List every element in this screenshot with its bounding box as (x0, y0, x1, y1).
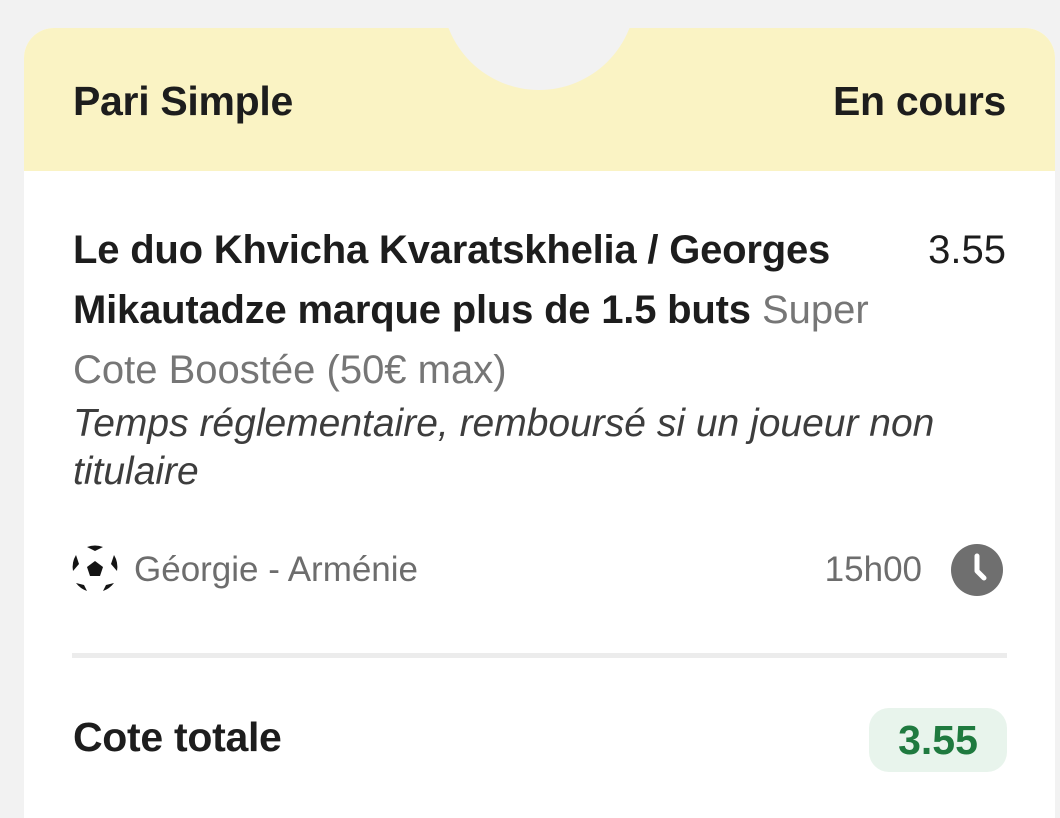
soccer-ball-icon (70, 544, 120, 594)
bet-type-label: Pari Simple (73, 78, 294, 124)
selection-name: Le duo Khvicha Kvaratskhelia / Georges M… (73, 228, 831, 332)
bet-status-label: En cours (832, 78, 1006, 124)
bet-card: Pari Simple En cours Le duo Khvicha Kvar… (24, 28, 1055, 818)
clock-icon (949, 542, 1005, 598)
selection-description: Le duo Khvicha Kvaratskhelia / Georges M… (73, 220, 873, 400)
total-odds-badge: 3.55 (869, 708, 1007, 772)
divider (72, 653, 1007, 658)
event-row[interactable]: Géorgie - Arménie 15h00 (70, 542, 1005, 598)
selection-note: Temps réglementaire, remboursé si un jou… (73, 402, 935, 493)
event-match-name: Géorgie - Arménie (134, 550, 419, 589)
selection-odds: 3.55 (928, 228, 1006, 272)
event-time: 15h00 (824, 550, 922, 589)
total-odds-label: Cote totale (73, 714, 282, 760)
ticket-notch (442, 28, 636, 90)
bet-card-header: Pari Simple En cours (24, 28, 1055, 171)
